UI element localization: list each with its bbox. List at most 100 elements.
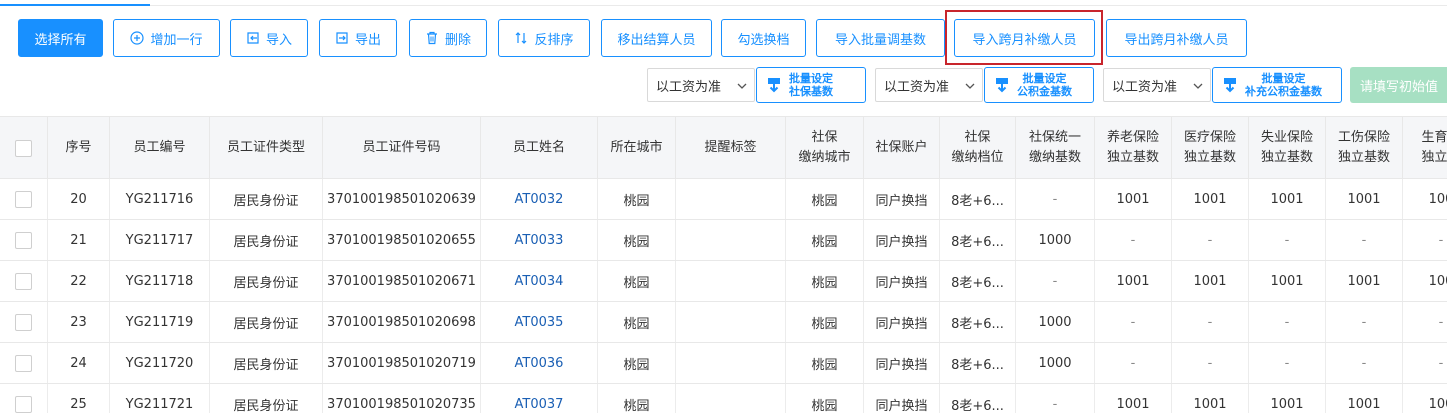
cell-uniform-base: -: [1016, 179, 1095, 219]
row-checkbox[interactable]: [15, 231, 32, 249]
fund-basis-select[interactable]: 以工资为准: [875, 68, 983, 102]
batch-fund-line2: 公积金基数: [1017, 85, 1072, 98]
row-checkbox[interactable]: [15, 190, 32, 208]
batch-fund-base-button[interactable]: 批量设定 公积金基数: [984, 67, 1094, 103]
cell-id-type: 居民身份证: [210, 302, 323, 342]
cell-pension: -: [1095, 343, 1172, 383]
batch-supp-line1: 批量设定: [1261, 72, 1306, 85]
export-icon: [335, 31, 349, 45]
cell-uniform-base: 1000: [1016, 343, 1095, 383]
cell-unemployment: 1001: [1249, 384, 1326, 413]
cell-city: 桃园: [598, 179, 676, 219]
social-basis-value: 以工资为准: [656, 79, 722, 95]
delete-button[interactable]: 删除: [409, 19, 487, 57]
cell-medical: 1001: [1172, 179, 1249, 219]
cell-tag: [676, 302, 786, 342]
cell-birth: 100: [1403, 384, 1447, 413]
row-checkbox-cell: [0, 261, 48, 301]
cell-injury: -: [1326, 220, 1403, 260]
cell-ss-city: 桃园: [786, 343, 864, 383]
cell-name-link[interactable]: AT0036: [481, 343, 598, 383]
export-button[interactable]: 导出: [319, 19, 397, 57]
col-ss-city-l2: 缴纳城市: [798, 150, 851, 165]
download-doc-icon: [768, 78, 780, 93]
table-row[interactable]: 25 YG211721 居民身份证 370100198501020735 AT0037 桃…: [0, 384, 1447, 413]
cell-ss-account: 同户换挡: [864, 261, 940, 301]
initial-value-button[interactable]: 请填写初始值: [1350, 67, 1447, 103]
cell-name-link[interactable]: AT0034: [481, 261, 598, 301]
cell-uniform-base: 1000: [1016, 220, 1095, 260]
reverse-sort-label: 反排序: [534, 32, 574, 48]
row-checkbox-cell: [0, 179, 48, 219]
table-header: 序号 员工编号 员工证件类型 员工证件号码 员工姓名 所在城市 提醒标签 社保缴…: [0, 117, 1447, 179]
cell-seq: 21: [48, 220, 110, 260]
col-ss-city: 社保 缴纳城市: [786, 117, 864, 179]
download-doc-icon: [996, 78, 1008, 93]
table-row[interactable]: 24 YG211720 居民身份证 370100198501020719 AT0036 桃…: [0, 343, 1447, 384]
import-cross-month-button[interactable]: 导入跨月补缴人员: [954, 19, 1095, 57]
trash-icon: [425, 31, 439, 45]
row-checkbox-cell: [0, 220, 48, 260]
select-all-checkbox[interactable]: [15, 139, 32, 157]
cell-id-no: 370100198501020671: [323, 261, 481, 301]
col-unemp-l2: 独立基数: [1260, 150, 1313, 165]
supp-basis-select[interactable]: 以工资为准: [1103, 68, 1211, 102]
row-checkbox[interactable]: [15, 272, 32, 290]
cell-birth: -: [1403, 302, 1447, 342]
col-uniform-l1: 社保统一: [1028, 130, 1081, 145]
remove-settled-label: 移出结算人员: [617, 32, 696, 48]
table-row[interactable]: 22 YG211718 居民身份证 370100198501020671 AT0034 桃…: [0, 261, 1447, 302]
cell-unemployment: 1001: [1249, 261, 1326, 301]
check-switch-button[interactable]: 勾选换档: [721, 19, 806, 57]
cell-city: 桃园: [598, 220, 676, 260]
batch-supp-fund-base-button[interactable]: 批量设定 补充公积金基数: [1212, 67, 1342, 103]
row-checkbox[interactable]: [15, 313, 32, 331]
chevron-down-icon: [965, 83, 975, 89]
import-batch-base-button[interactable]: 导入批量调基数: [816, 19, 945, 57]
table-row[interactable]: 21 YG211717 居民身份证 370100198501020655 AT0033 桃…: [0, 220, 1447, 261]
cell-tag: [676, 261, 786, 301]
cell-id-no: 370100198501020698: [323, 302, 481, 342]
col-seq: 序号: [48, 117, 110, 179]
cell-unemployment: -: [1249, 220, 1326, 260]
export-cross-month-button[interactable]: 导出跨月补缴人员: [1106, 19, 1247, 57]
col-ss-level-l1: 社保: [964, 130, 991, 145]
cell-medical: 1001: [1172, 384, 1249, 413]
cell-tag: [676, 343, 786, 383]
select-all-button[interactable]: 选择所有: [18, 19, 103, 57]
row-checkbox[interactable]: [15, 395, 32, 413]
cell-seq: 22: [48, 261, 110, 301]
cell-ss-city: 桃园: [786, 302, 864, 342]
remove-settled-button[interactable]: 移出结算人员: [601, 19, 712, 57]
batch-social-base-button[interactable]: 批量设定 社保基数: [756, 67, 866, 103]
cell-ss-level: 8老+6...: [940, 261, 1016, 301]
cell-ss-level: 8老+6...: [940, 343, 1016, 383]
cell-name-link[interactable]: AT0035: [481, 302, 598, 342]
active-tab-indicator: [0, 4, 150, 6]
cell-ss-city: 桃园: [786, 261, 864, 301]
import-button[interactable]: 导入: [230, 19, 308, 57]
cell-name-link[interactable]: AT0037: [481, 384, 598, 413]
cell-unemployment: 1001: [1249, 179, 1326, 219]
reverse-sort-button[interactable]: 反排序: [498, 19, 590, 57]
cell-pension: -: [1095, 220, 1172, 260]
export-label: 导出: [354, 32, 381, 48]
cell-emp-no: YG211720: [110, 343, 210, 383]
cell-tag: [676, 384, 786, 413]
social-basis-select[interactable]: 以工资为准: [647, 68, 755, 102]
cell-name-link[interactable]: AT0033: [481, 220, 598, 260]
import-cross-month-label: 导入跨月补缴人员: [972, 32, 1077, 48]
employee-table: 序号 员工编号 员工证件类型 员工证件号码 员工姓名 所在城市 提醒标签 社保缴…: [0, 116, 1447, 413]
cell-name-link[interactable]: AT0032: [481, 179, 598, 219]
cell-ss-level: 8老+6...: [940, 302, 1016, 342]
row-checkbox-cell: [0, 302, 48, 342]
delete-label: 删除: [444, 32, 471, 48]
col-unemployment: 失业保险 独立基数: [1249, 117, 1326, 179]
table-row[interactable]: 23 YG211719 居民身份证 370100198501020698 AT0035 桃…: [0, 302, 1447, 343]
row-checkbox[interactable]: [15, 354, 32, 372]
cell-ss-account: 同户换挡: [864, 302, 940, 342]
cell-emp-no: YG211721: [110, 384, 210, 413]
cell-ss-level: 8老+6...: [940, 179, 1016, 219]
add-row-button[interactable]: 增加一行: [113, 19, 220, 57]
table-row[interactable]: 20 YG211716 居民身份证 370100198501020639 AT0032 桃…: [0, 179, 1447, 220]
